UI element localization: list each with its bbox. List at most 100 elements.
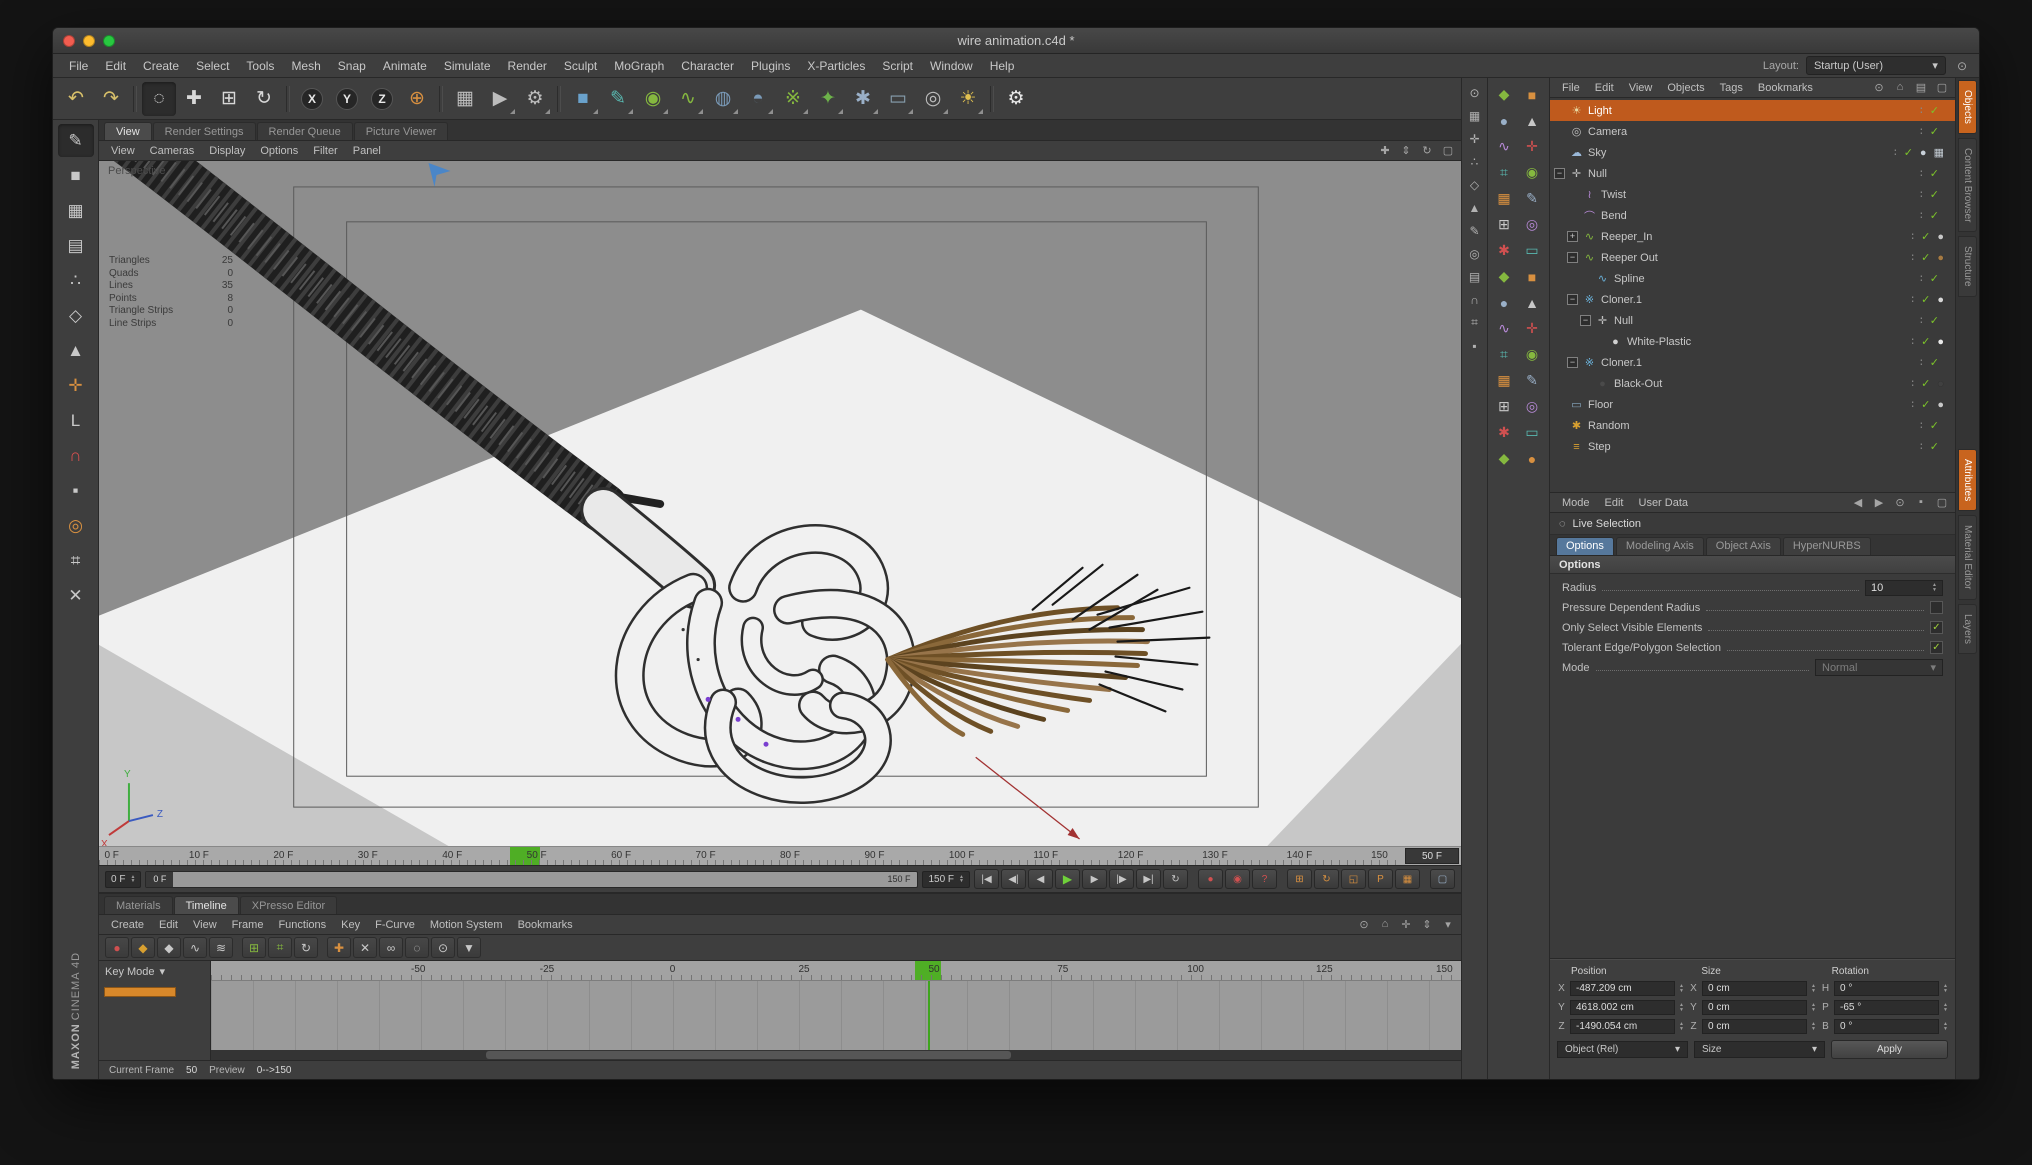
edges-mode-button[interactable]: ◇ xyxy=(58,299,94,332)
menubar-item[interactable]: Character xyxy=(673,57,742,75)
filter-icon[interactable]: ▼ xyxy=(457,937,481,958)
menubar-item[interactable]: Simulate xyxy=(436,57,499,75)
snap-mode-button[interactable]: ∩ xyxy=(58,439,94,472)
object-label[interactable]: Floor xyxy=(1588,399,1613,411)
palette-icon[interactable]: ✎ xyxy=(1465,221,1485,240)
enable-check-icon[interactable]: ✓ xyxy=(1930,272,1939,285)
layout-icon[interactable]: ▤ xyxy=(1913,81,1929,94)
back-icon[interactable]: ◀ xyxy=(1850,496,1866,509)
transport-button[interactable] xyxy=(1279,869,1285,889)
frame-all-icon[interactable]: ✛ xyxy=(1398,918,1414,931)
axis-mode-button[interactable]: ✛ xyxy=(58,369,94,402)
detach-timeline-button[interactable]: ▢ xyxy=(1430,869,1455,889)
visibility-dots-icon[interactable]: ∶ xyxy=(1920,167,1923,180)
object-label[interactable]: Light xyxy=(1588,105,1612,117)
scroll-icon[interactable]: ⇕ xyxy=(1419,918,1435,931)
forward-icon[interactable]: ▶ xyxy=(1871,496,1887,509)
tree-item-random[interactable]: ✱ Random ∶ ✓ xyxy=(1550,415,1955,436)
size-mode-select[interactable]: Size ▾ xyxy=(1694,1041,1825,1058)
stepper-icon[interactable]: ▲ ▼ xyxy=(1943,1022,1948,1031)
object-manager-menu[interactable]: Objects xyxy=(1660,81,1711,95)
menubar-item[interactable]: X-Particles xyxy=(799,57,873,75)
command-icon[interactable]: ∿ xyxy=(1491,316,1517,341)
menubar-item[interactable]: Plugins xyxy=(743,57,798,75)
home-icon[interactable]: ⌂ xyxy=(1892,81,1908,94)
viewport-menu[interactable]: Display xyxy=(202,144,252,158)
add-floor-button[interactable]: ▭ xyxy=(881,82,915,116)
search-icon[interactable]: ⊙ xyxy=(1953,59,1971,73)
snap-key-icon[interactable]: ⊞ xyxy=(242,937,266,958)
timeline-menu[interactable]: Create xyxy=(104,918,151,932)
rotate-tool-button[interactable]: ↻ xyxy=(247,82,281,116)
layout-select[interactable]: Startup (User) ▾ xyxy=(1805,56,1946,75)
tree-item-twist[interactable]: ≀ Twist ∶ ✓ xyxy=(1550,184,1955,205)
command-icon[interactable]: ∿ xyxy=(1491,134,1517,159)
dope-ruler[interactable]: -50 -25 0 25 50 75 100 125 150 xyxy=(211,961,1461,981)
current-frame-line[interactable] xyxy=(927,981,930,1050)
polygons-mode-button[interactable]: ▲ xyxy=(58,334,94,367)
material-tag-icon[interactable]: ● xyxy=(1937,231,1946,243)
dock-tab[interactable]: Objects xyxy=(1958,80,1977,134)
motion-mode-icon[interactable]: ≋ xyxy=(209,937,233,958)
attribute-tab[interactable]: Options xyxy=(1556,537,1614,555)
undo-button[interactable]: ↶ xyxy=(59,82,93,116)
command-icon[interactable]: ◉ xyxy=(1519,342,1545,367)
expander-icon[interactable]: − xyxy=(1567,294,1578,305)
tree-item-step[interactable]: ≡ Step ∶ ✓ xyxy=(1550,436,1955,457)
stepper-icon[interactable]: ▲ ▼ xyxy=(1943,984,1948,993)
timeline-menu[interactable]: Key xyxy=(334,918,367,932)
panel-icon[interactable]: ▢ xyxy=(1934,496,1950,509)
horizontal-scrollbar[interactable] xyxy=(211,1050,1461,1060)
keyframe-selection-button[interactable]: ▦ xyxy=(1395,869,1420,889)
attribute-tab[interactable]: Modeling Axis xyxy=(1615,537,1704,555)
stepper-icon[interactable]: ▲ ▼ xyxy=(1811,1022,1816,1031)
add-boole-button[interactable]: ◓ xyxy=(741,82,775,116)
viewport-tab[interactable]: View xyxy=(104,122,152,140)
points-mode-button[interactable]: ∴ xyxy=(58,264,94,297)
stepper-icon[interactable]: ▲ ▼ xyxy=(959,874,964,884)
viewport-solo-button[interactable]: ◎ xyxy=(58,509,94,542)
scrollbar-thumb[interactable] xyxy=(486,1051,1011,1059)
palette-icon[interactable]: ⌗ xyxy=(1465,313,1485,332)
next-key-button[interactable]: |▶ xyxy=(1109,869,1134,889)
object-label[interactable]: Bend xyxy=(1601,210,1627,222)
checkbox[interactable]: ✓ xyxy=(1930,621,1943,634)
visibility-dots-icon[interactable]: ∶ xyxy=(1920,272,1923,285)
home-icon[interactable]: ⌂ xyxy=(1377,918,1393,931)
object-label[interactable]: Black-Out xyxy=(1614,378,1662,390)
stepper-icon[interactable]: ▲ ▼ xyxy=(1679,1022,1684,1031)
timeline-tab[interactable]: Materials xyxy=(104,896,173,914)
add-light-button[interactable]: ☀ xyxy=(951,82,985,116)
stepper-icon[interactable]: ▲ ▼ xyxy=(1811,1003,1816,1012)
menubar-item[interactable]: Help xyxy=(982,57,1023,75)
menubar-item[interactable]: Sculpt xyxy=(556,57,605,75)
palette-icon[interactable]: ▤ xyxy=(1465,267,1485,286)
expander-icon[interactable]: − xyxy=(1554,168,1565,179)
expander-icon[interactable]: + xyxy=(1567,231,1578,242)
attribute-menu[interactable]: Mode xyxy=(1555,496,1597,510)
coordinate-mode-select[interactable]: Object (Rel) ▾ xyxy=(1557,1041,1688,1058)
tree-item-cloner-1[interactable]: − ※ Cloner.1 ∶ ✓ ● xyxy=(1550,289,1955,310)
object-manager-menu[interactable]: View xyxy=(1622,81,1660,95)
link-keys-icon[interactable]: ∞ xyxy=(379,937,403,958)
attribute-tab[interactable]: Object Axis xyxy=(1705,537,1781,555)
add-sweep-button[interactable]: ∿ xyxy=(671,82,705,116)
menubar-item[interactable]: Animate xyxy=(375,57,435,75)
object-label[interactable]: Null xyxy=(1588,168,1607,180)
object-label[interactable]: White-Plastic xyxy=(1627,336,1691,348)
record-position-toggle[interactable]: ⊞ xyxy=(1287,869,1312,889)
timeline-tool-button[interactable] xyxy=(235,937,240,958)
palette-icon[interactable]: ◎ xyxy=(1465,244,1485,263)
close-tool-button[interactable]: ✕ xyxy=(58,579,94,612)
enable-check-icon[interactable]: ✓ xyxy=(1930,104,1939,117)
object-label[interactable]: Twist xyxy=(1601,189,1626,201)
menubar-item[interactable]: Render xyxy=(500,57,555,75)
viewport-canvas[interactable]: Y Z X Perspective Triangles 25 Quads 0 L… xyxy=(99,161,1461,846)
apply-button[interactable]: Apply xyxy=(1831,1040,1948,1059)
transport-button[interactable] xyxy=(1190,869,1196,889)
add-cloner-button[interactable]: ※ xyxy=(776,82,810,116)
palette-icon[interactable]: ◇ xyxy=(1465,175,1485,194)
dope-sheet[interactable]: -50 -25 0 25 50 75 100 125 150 xyxy=(211,961,1461,1060)
lock-y-axis-button[interactable]: Y xyxy=(330,82,364,116)
stepper-icon[interactable]: ▲ ▼ xyxy=(1943,1003,1948,1012)
